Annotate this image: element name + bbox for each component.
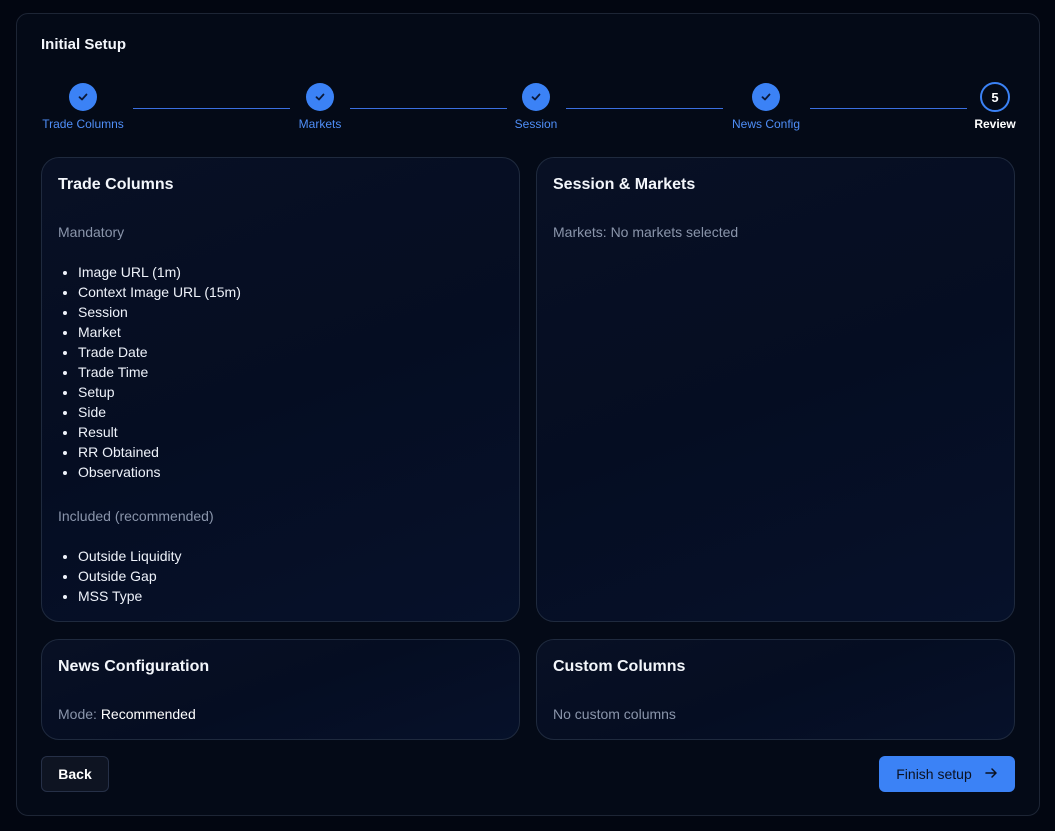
arrow-right-icon	[984, 766, 998, 783]
step-label: Markets	[298, 117, 342, 131]
card-title: Custom Columns	[553, 658, 686, 675]
list-item: Observations	[78, 462, 241, 482]
list-item: Setup	[78, 382, 241, 402]
trade-columns-card: Trade Columns Mandatory Image URL (1m) C…	[41, 157, 520, 622]
step-trade-columns[interactable]: Trade Columns	[23, 83, 143, 131]
mode-label: Mode:	[58, 706, 97, 722]
setup-dialog: Initial Setup Trade Columns Markets Sess…	[16, 13, 1040, 816]
list-item: Market	[78, 322, 241, 342]
list-item: Session	[78, 302, 241, 322]
session-markets-card: Session & Markets Markets: No markets se…	[536, 157, 1015, 622]
step-label: Session	[514, 117, 558, 131]
list-item: Context Image URL (15m)	[78, 282, 241, 302]
list-item: Side	[78, 402, 241, 422]
back-button-label: Back	[58, 766, 92, 782]
list-item: Outside Liquidity	[78, 546, 182, 566]
mandatory-label: Mandatory	[58, 224, 125, 240]
check-icon	[522, 83, 550, 111]
news-mode: Mode: Recommended	[58, 706, 196, 722]
check-icon	[752, 83, 780, 111]
custom-columns-card: Custom Columns No custom columns	[536, 639, 1015, 740]
list-item: Image URL (1m)	[78, 262, 241, 282]
card-title: Trade Columns	[58, 176, 174, 193]
step-session[interactable]: Session	[476, 83, 596, 131]
check-icon	[306, 83, 334, 111]
step-review[interactable]: 5 Review	[935, 82, 1055, 131]
list-item: Trade Date	[78, 342, 241, 362]
check-icon	[69, 83, 97, 111]
list-item: Outside Gap	[78, 566, 182, 586]
list-item: RR Obtained	[78, 442, 241, 462]
step-markets[interactable]: Markets	[260, 83, 380, 131]
dialog-title: Initial Setup	[41, 36, 127, 53]
back-button[interactable]: Back	[41, 756, 109, 792]
list-item: MSS Type	[78, 586, 182, 606]
step-number: 5	[980, 82, 1010, 112]
finish-setup-button[interactable]: Finish setup	[879, 756, 1015, 792]
card-title: News Configuration	[58, 658, 210, 675]
list-item: Trade Time	[78, 362, 241, 382]
list-item: Result	[78, 422, 241, 442]
included-list: Outside Liquidity Outside Gap MSS Type	[78, 546, 182, 606]
mode-value: Recommended	[100, 706, 196, 722]
markets-text: Markets: No markets selected	[553, 224, 739, 240]
news-configuration-card: News Configuration Mode: Recommended	[41, 639, 520, 740]
custom-columns-empty: No custom columns	[553, 706, 676, 722]
card-title: Session & Markets	[553, 176, 696, 193]
step-label: Review	[974, 117, 1016, 131]
step-news-config[interactable]: News Config	[706, 83, 826, 131]
step-label: Trade Columns	[42, 117, 124, 131]
step-label: News Config	[731, 117, 801, 131]
mandatory-list: Image URL (1m) Context Image URL (15m) S…	[78, 262, 241, 482]
included-label: Included (recommended)	[58, 508, 214, 524]
finish-button-label: Finish setup	[896, 766, 972, 782]
